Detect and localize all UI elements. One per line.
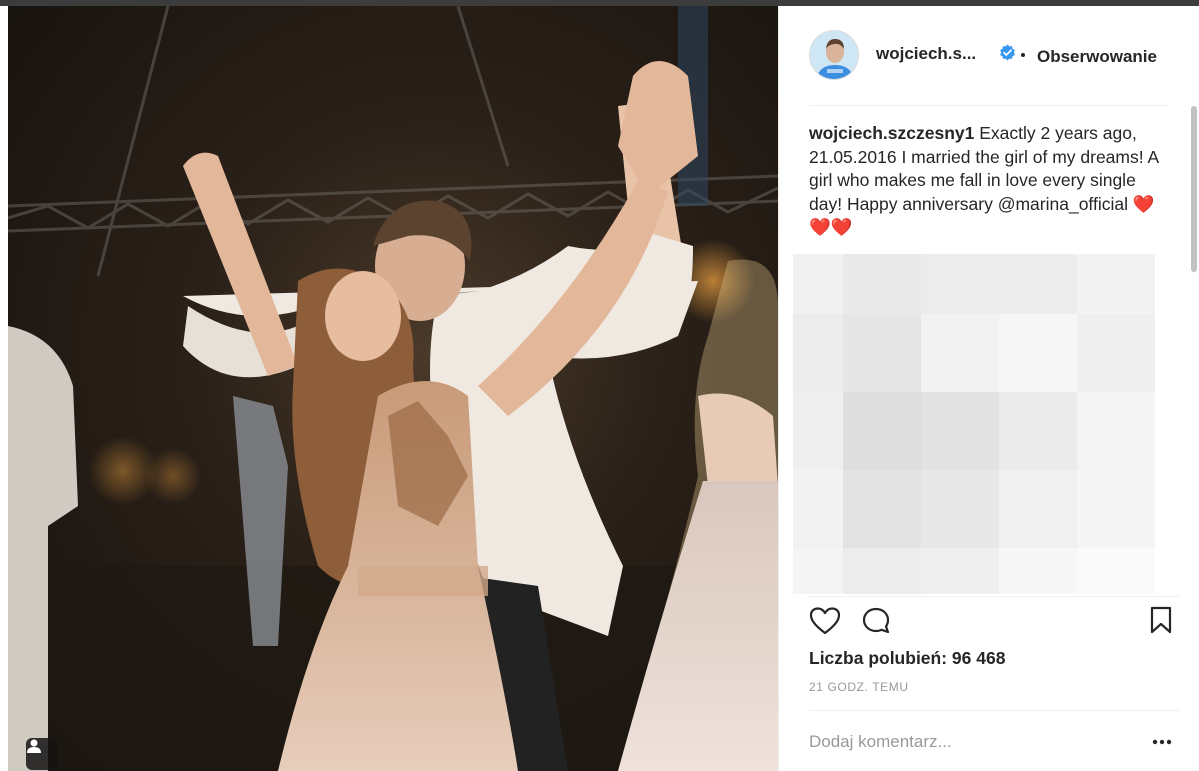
comments-scrollbar[interactable] [1191,106,1197,272]
likes-count[interactable]: Liczba polubień: 96 468 [809,648,1005,669]
caption-username[interactable]: wojciech.szczesny1 [809,123,974,143]
post-side-panel: wojciech.s... Obserwowanie wojciech.szcz… [778,6,1199,771]
post-caption: wojciech.szczesny1 Exactly 2 years ago, … [809,122,1164,240]
pixelated-comments-area [793,244,1155,594]
ellipsis-icon[interactable] [1151,738,1173,746]
user-tag-icon[interactable] [26,738,58,770]
header-divider [809,105,1169,106]
post-header: wojciech.s... Obserwowanie [779,6,1199,106]
separator-dot [1021,53,1025,57]
post-timestamp[interactable]: 21 GODZ. TEMU [809,680,909,694]
comment-divider [809,710,1179,711]
actions-divider [809,596,1179,597]
post-photo[interactable] [8,6,778,771]
post-username[interactable]: wojciech.s... [876,44,976,64]
follow-status-button[interactable]: Obserwowanie [1037,47,1157,67]
add-comment-input[interactable]: Dodaj komentarz... [809,732,952,752]
bookmark-outline-icon[interactable] [1149,606,1173,634]
comment-bubble-icon[interactable] [861,606,891,636]
heart-outline-icon[interactable] [809,606,841,636]
post-photo-illustration [8,6,778,771]
avatar[interactable] [809,30,859,80]
verified-badge-icon [1000,44,1015,61]
